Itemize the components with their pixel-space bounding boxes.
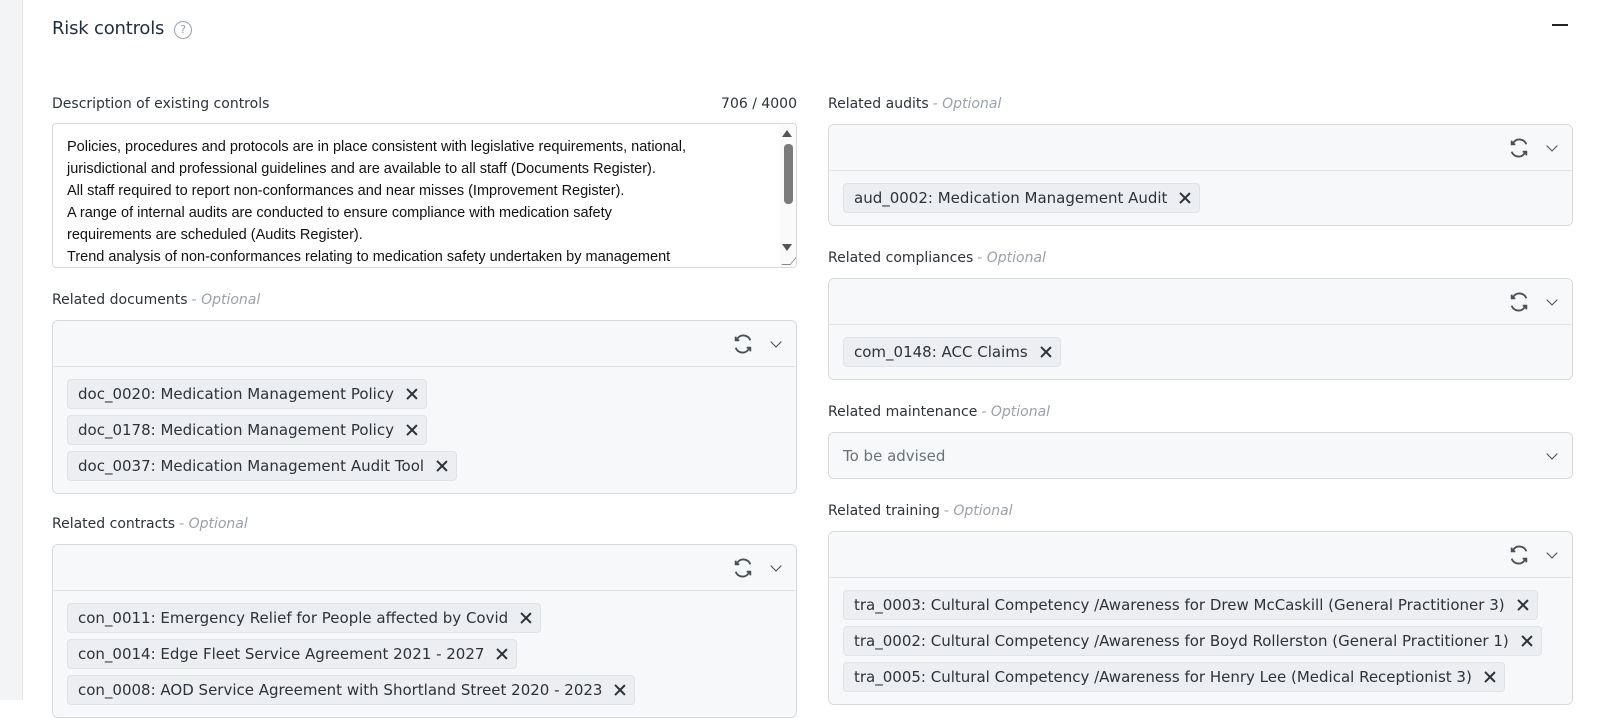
optional-label: - Optional — [179, 516, 248, 532]
selected-chip: tra_0002: Cultural Competency /Awareness… — [843, 626, 1542, 656]
audits-select[interactable]: aud_0002: Medication Management Audit — [828, 124, 1573, 226]
refresh-icon[interactable] — [732, 557, 754, 579]
compliances-select[interactable]: com_0148: ACC Claims — [828, 278, 1573, 380]
left-column: Description of existing controls 706 / 4… — [52, 96, 797, 718]
remove-icon[interactable] — [1484, 671, 1496, 683]
description-label: Description of existing controls — [52, 96, 270, 112]
remove-icon[interactable] — [1040, 346, 1052, 358]
training-chips: tra_0003: Cultural Competency /Awareness… — [829, 578, 1572, 704]
audits-field: Related audits - Optional aud_0002: Medi… — [828, 96, 1573, 226]
description-textarea[interactable]: Policies, procedures and protocols are i… — [52, 123, 797, 268]
maintenance-label: Related maintenance — [828, 404, 978, 420]
optional-label: - Optional — [932, 96, 1002, 112]
selected-chip: doc_0037: Medication Management Audit To… — [67, 451, 458, 481]
remove-icon[interactable] — [496, 648, 508, 660]
remove-icon[interactable] — [1179, 192, 1191, 204]
chevron-down-icon[interactable] — [1546, 447, 1558, 460]
optional-label: - Optional — [191, 292, 261, 308]
maintenance-value: To be advised — [843, 446, 946, 465]
training-field: Related training - Optional tra_0003: Cu… — [828, 503, 1573, 705]
selected-chip: con_0008: AOD Service Agreement with Sho… — [67, 675, 636, 705]
compliances-field: Related compliances - Optional com_0148:… — [828, 250, 1573, 380]
section-title: Risk controls — [52, 17, 165, 39]
left-rail — [0, 0, 23, 700]
remove-icon[interactable] — [406, 424, 418, 436]
chevron-down-icon[interactable] — [770, 335, 782, 348]
chevron-down-icon[interactable] — [1546, 139, 1558, 152]
selected-chip: doc_0178: Medication Management Policy — [67, 415, 427, 445]
chevron-down-icon[interactable] — [1546, 293, 1558, 306]
section-header: Risk controls ? — [52, 14, 1572, 42]
maintenance-select[interactable]: To be advised — [828, 432, 1573, 479]
remove-icon[interactable] — [436, 460, 448, 472]
remove-icon[interactable] — [520, 612, 532, 624]
documents-field: Related documents - Optional doc_0020: M… — [52, 292, 797, 494]
compliances-chips: com_0148: ACC Claims — [829, 325, 1572, 379]
contracts-chips: con_0011: Emergency Relief for People af… — [53, 591, 796, 717]
description-field: Description of existing controls 706 / 4… — [52, 96, 797, 268]
training-label: Related training — [828, 503, 940, 519]
optional-label: - Optional — [943, 503, 1013, 519]
optional-label: - Optional — [977, 250, 1046, 266]
contracts-label: Related contracts — [52, 516, 176, 532]
compliances-label: Related compliances — [828, 250, 974, 266]
documents-select[interactable]: doc_0020: Medication Management Policy d… — [52, 320, 797, 494]
textarea-scrollbar[interactable] — [780, 124, 796, 267]
selected-chip: doc_0020: Medication Management Policy — [67, 379, 427, 409]
audits-chips: aud_0002: Medication Management Audit — [829, 171, 1572, 225]
scroll-up-arrow-icon[interactable] — [782, 130, 792, 137]
optional-label: - Optional — [981, 404, 1051, 420]
maintenance-field: Related maintenance - Optional To be adv… — [828, 404, 1573, 479]
contracts-field: Related contracts - Optional con_0011: E… — [52, 516, 797, 718]
chevron-down-icon[interactable] — [1546, 546, 1558, 559]
collapse-icon[interactable] — [1552, 24, 1568, 26]
refresh-icon[interactable] — [732, 333, 754, 355]
refresh-icon[interactable] — [1508, 544, 1530, 566]
chevron-down-icon[interactable] — [770, 559, 782, 572]
remove-icon[interactable] — [614, 684, 626, 696]
contracts-select[interactable]: con_0011: Emergency Relief for People af… — [52, 544, 797, 718]
refresh-icon[interactable] — [1508, 137, 1530, 159]
remove-icon[interactable] — [1517, 599, 1529, 611]
remove-icon[interactable] — [406, 388, 418, 400]
training-select[interactable]: tra_0003: Cultural Competency /Awareness… — [828, 531, 1573, 705]
documents-label: Related documents — [52, 292, 188, 308]
scroll-thumb[interactable] — [784, 144, 793, 204]
documents-chips: doc_0020: Medication Management Policy d… — [53, 367, 796, 493]
scroll-down-arrow-icon[interactable] — [782, 244, 792, 251]
right-column: Related audits - Optional aud_0002: Medi… — [828, 96, 1573, 705]
refresh-icon[interactable] — [1508, 291, 1530, 313]
remove-icon[interactable] — [1521, 635, 1533, 647]
selected-chip: con_0014: Edge Fleet Service Agreement 2… — [67, 639, 518, 669]
selected-chip: tra_0003: Cultural Competency /Awareness… — [843, 590, 1538, 620]
selected-chip: aud_0002: Medication Management Audit — [843, 183, 1201, 213]
help-icon[interactable]: ? — [174, 20, 193, 39]
character-counter: 706 / 4000 — [721, 96, 797, 112]
selected-chip: tra_0005: Cultural Competency /Awareness… — [843, 662, 1505, 692]
audits-label: Related audits — [828, 96, 929, 112]
selected-chip: com_0148: ACC Claims — [843, 337, 1061, 367]
selected-chip: con_0011: Emergency Relief for People af… — [67, 603, 542, 633]
description-text[interactable]: Policies, procedures and protocols are i… — [53, 124, 796, 267]
